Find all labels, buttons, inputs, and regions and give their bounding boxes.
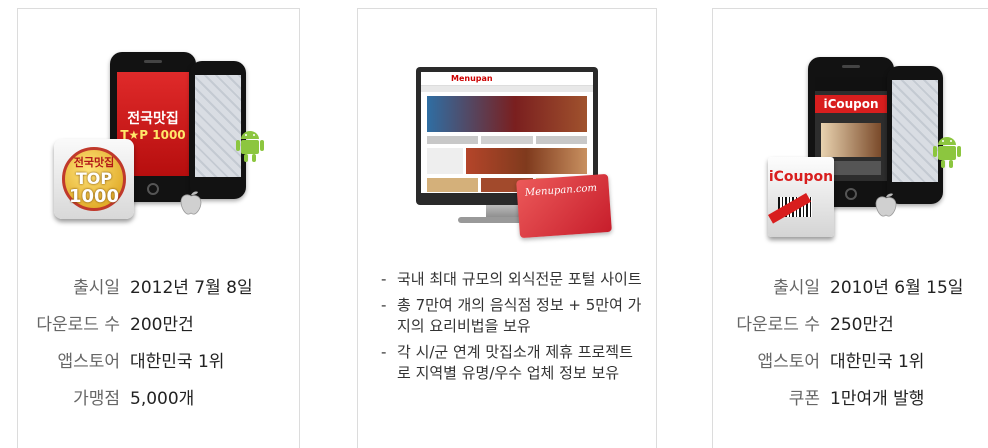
top1000-product-image: 전국맛집 T★P 1000 전국맛집 TOP 1000 — [18, 9, 299, 249]
phone-screen-title: 전국맛집 — [127, 111, 179, 127]
membership-card-image: Menupan.com — [516, 173, 612, 239]
info-row-release: 출시일 2010년 6월 15일 — [713, 267, 988, 304]
icoupon-product-image: iCoupon iCoupon — [713, 9, 988, 249]
info-row-franchise: 가맹점 5,000개 — [18, 378, 299, 415]
top1000-badge: 전국맛집 TOP 1000 — [54, 139, 134, 219]
info-row-coupons: 쿠폰 1만여개 발행 — [713, 378, 988, 415]
info-label: 다운로드 수 — [736, 315, 820, 335]
apple-icon — [180, 191, 202, 215]
info-row-appstore: 앱스토어 대한민국 1위 — [713, 341, 988, 378]
card-text: Menupan.com — [524, 182, 598, 199]
info-bullet: 각 시/군 연계 맛집소개 제휴 프로젝트로 지역별 유명/우수 업체 정보 보… — [381, 342, 646, 384]
badge-line3: 1000 — [68, 186, 120, 207]
icoupon-info: 출시일 2010년 6월 15일 다운로드 수 250만건 앱스토어 대한민국 … — [713, 267, 988, 415]
top1000-info: 출시일 2012년 7월 8일 다운로드 수 200만건 앱스토어 대한민국 1… — [18, 267, 299, 415]
info-label: 앱스토어 — [757, 352, 820, 372]
icoupon-box-image: iCoupon — [768, 157, 834, 237]
info-label: 출시일 — [73, 278, 120, 298]
info-label: 다운로드 수 — [36, 315, 120, 335]
info-bullet: 국내 최대 규모의 외식전문 포털 사이트 — [381, 269, 646, 290]
apple-icon — [875, 193, 897, 217]
phone-screen-title: iCoupon — [815, 95, 887, 113]
site-logo: Menupan — [421, 72, 593, 86]
info-label: 가맹점 — [73, 389, 120, 409]
menupan-product-image: Menupan Menupan.com — [358, 9, 656, 249]
info-row-downloads: 다운로드 수 250만건 — [713, 304, 988, 341]
app-card-icoupon: iCoupon iCoupon 출시일 2010년 6월 15일 다운로드 수 … — [712, 8, 988, 448]
info-row-appstore: 앱스토어 대한민국 1위 — [18, 341, 299, 378]
info-value: 1만여개 발행 — [830, 389, 925, 409]
menupan-info-list: 국내 최대 규모의 외식전문 포털 사이트 총 7만여 개의 음식점 정보 + … — [381, 269, 646, 389]
android-icon — [933, 137, 961, 168]
android-icon — [236, 131, 264, 162]
info-label: 쿠폰 — [788, 389, 820, 409]
info-value: 2012년 7월 8일 — [130, 278, 253, 298]
info-bullet: 총 7만여 개의 음식점 정보 + 5만여 가지의 요리비법을 보유 — [381, 295, 646, 337]
info-label: 출시일 — [773, 278, 820, 298]
info-value: 250만건 — [830, 315, 894, 335]
info-value: 2010년 6월 15일 — [830, 278, 964, 298]
info-value: 200만건 — [130, 315, 194, 335]
badge-line1: 전국맛집 — [73, 156, 115, 169]
info-value: 5,000개 — [130, 389, 195, 409]
app-card-top1000: 전국맛집 T★P 1000 전국맛집 TOP 1000 출시일 2012년 7월… — [17, 8, 300, 448]
info-row-downloads: 다운로드 수 200만건 — [18, 304, 299, 341]
box-title: iCoupon — [768, 169, 834, 185]
info-value: 대한민국 1위 — [130, 352, 225, 372]
info-row-release: 출시일 2012년 7월 8일 — [18, 267, 299, 304]
badge-line2: TOP — [75, 169, 113, 188]
info-label: 앱스토어 — [57, 352, 120, 372]
service-card-menupan: Menupan Menupan.com - 국내 최대 규모의 외식전문 포털 … — [357, 8, 657, 448]
info-value: 대한민국 1위 — [830, 352, 925, 372]
